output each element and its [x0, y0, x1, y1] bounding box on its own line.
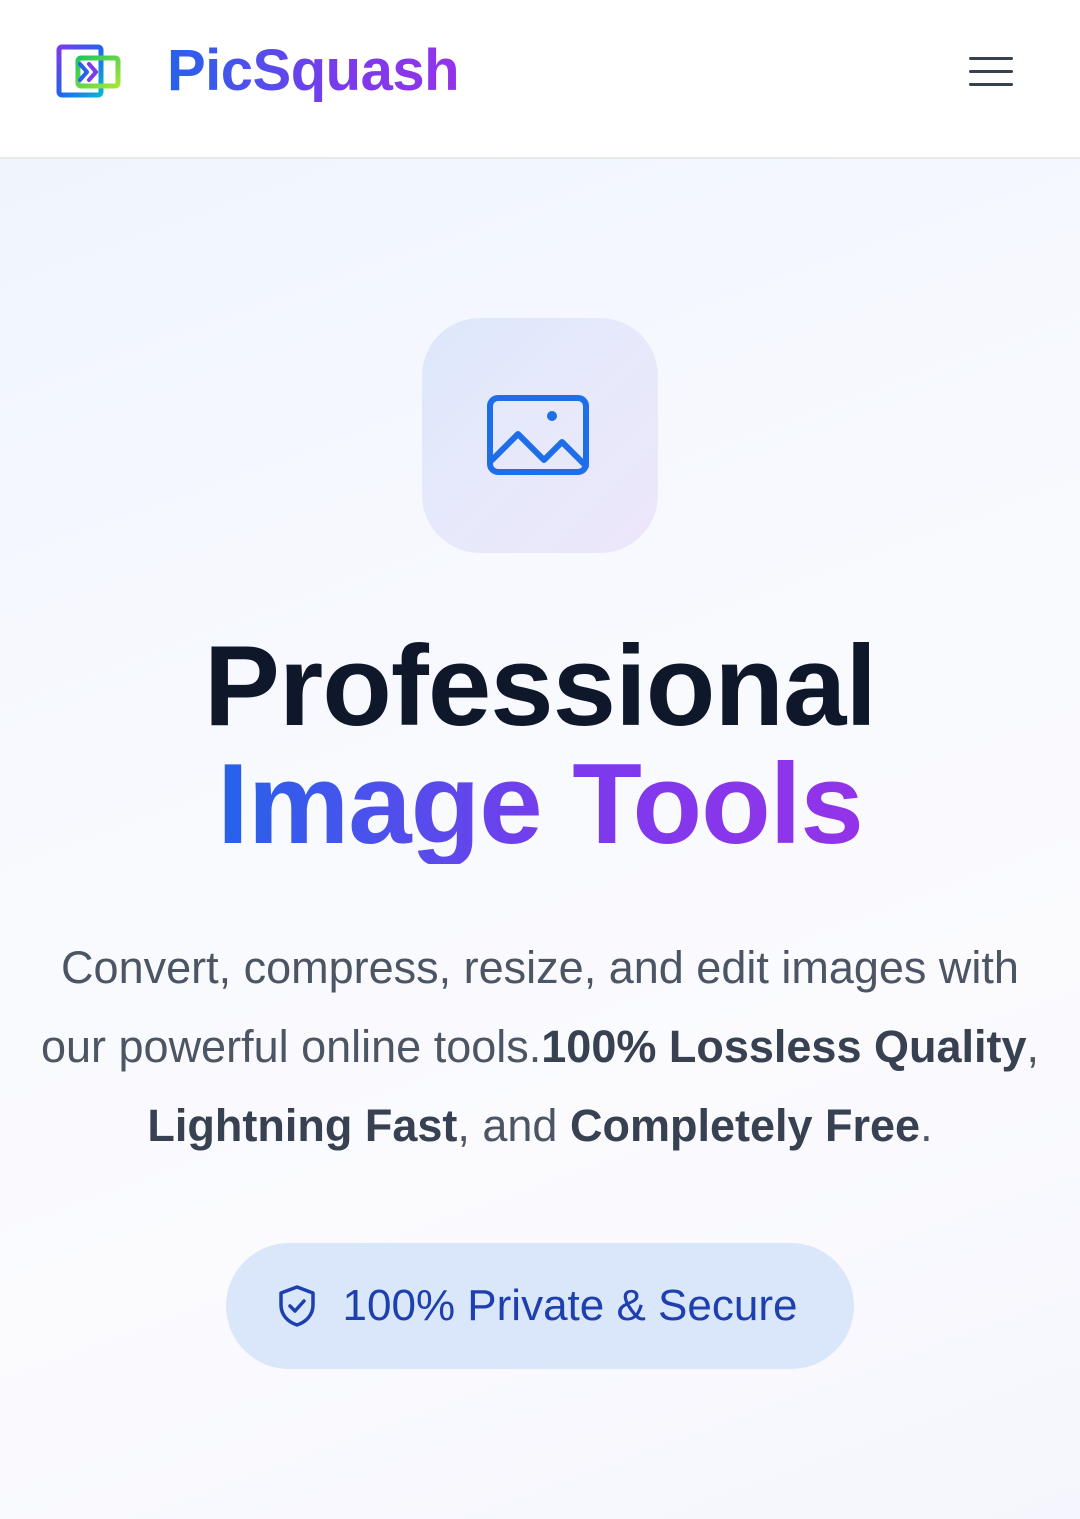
title-line-1: Professional: [203, 623, 877, 750]
hero-description: Convert, compress, resize, and edit imag…: [40, 928, 1040, 1165]
highlight-free: Completely Free: [569, 1100, 921, 1151]
highlight-lossless: 100% Lossless Quality: [541, 1021, 1027, 1072]
title-line-2: Image Tools: [217, 741, 864, 868]
description-separator-1: ,: [1026, 1021, 1040, 1072]
site-header: PicSquash: [0, 0, 1080, 159]
description-separator-2: , and: [457, 1100, 570, 1151]
image-icon: [422, 318, 658, 553]
shield-check-icon: [275, 1283, 319, 1329]
page-title: Professional Image Tools: [0, 628, 1080, 864]
hamburger-menu-icon[interactable]: [960, 46, 1022, 96]
description-end: .: [920, 1100, 933, 1151]
highlight-fast: Lightning Fast: [147, 1100, 458, 1151]
privacy-badge: 100% Private & Secure: [226, 1243, 854, 1369]
badge-label: 100% Private & Secure: [342, 1281, 798, 1330]
brand-name[interactable]: PicSquash: [167, 36, 460, 106]
logo-icon[interactable]: [56, 44, 122, 100]
